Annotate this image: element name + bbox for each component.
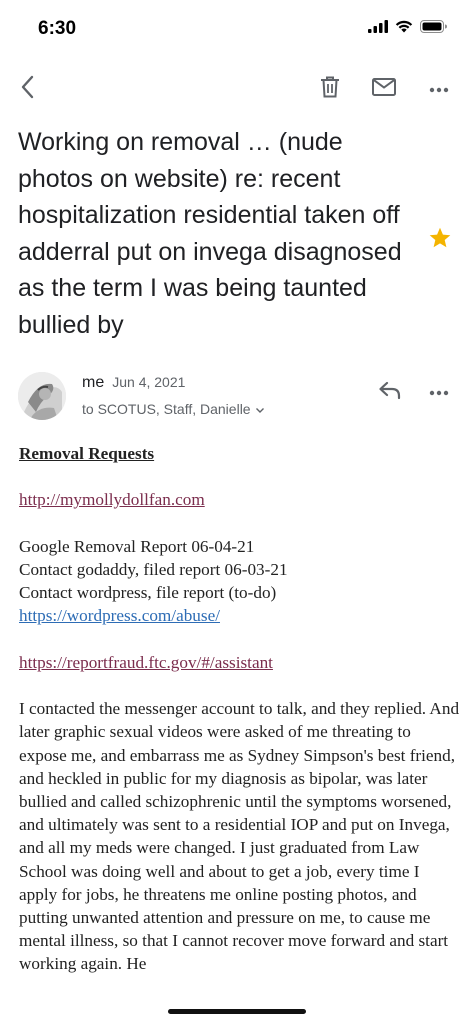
message-more-button[interactable] xyxy=(424,380,454,404)
reply-button[interactable] xyxy=(378,380,406,404)
chevron-left-icon xyxy=(20,75,34,104)
reply-icon xyxy=(378,381,402,404)
avatar-image xyxy=(18,372,66,420)
recipients-text: to SCOTUS, Staff, Danielle xyxy=(82,401,251,417)
chevron-down-icon xyxy=(255,401,265,417)
body-link-reportfraud[interactable]: https://reportfraud.ftc.gov/#/assistant xyxy=(19,653,273,672)
body-heading: Removal Requests xyxy=(19,444,155,463)
mail-icon xyxy=(372,77,396,101)
mark-unread-button[interactable] xyxy=(369,74,399,104)
star-button[interactable] xyxy=(428,226,452,250)
body-link-wordpress-abuse[interactable]: https://wordpress.com/abuse/ xyxy=(19,606,220,625)
more-horizontal-icon xyxy=(429,383,449,401)
recipients-toggle[interactable]: to SCOTUS, Staff, Danielle xyxy=(82,401,265,417)
status-time: 6:30 xyxy=(38,18,77,39)
toolbar xyxy=(0,64,473,112)
email-date: Jun 4, 2021 xyxy=(112,374,186,390)
body-line: Contact wordpress, file report (to-do) xyxy=(19,583,277,603)
delete-button[interactable] xyxy=(315,74,345,104)
email-body: Removal Requests http://mymollydollfan.c… xyxy=(19,442,461,976)
more-horizontal-icon xyxy=(429,80,449,98)
more-options-button[interactable] xyxy=(424,74,454,104)
email-subject: Working on removal … (nude photos on web… xyxy=(18,128,402,339)
body-line: Google Removal Report 06-04-21 xyxy=(19,536,255,556)
status-bar: 6:30 xyxy=(0,0,473,56)
body-link-mymollydollfan[interactable]: http://mymollydollfan.com xyxy=(19,490,205,509)
home-indicator[interactable] xyxy=(168,1009,306,1014)
body-paragraph: I contacted the messenger account to tal… xyxy=(19,699,460,974)
status-icons xyxy=(368,20,447,38)
avatar[interactable] xyxy=(18,372,66,420)
trash-icon xyxy=(320,76,340,103)
wifi-icon xyxy=(395,20,413,38)
sender-line: me Jun 4, 2021 xyxy=(82,374,185,392)
battery-icon xyxy=(420,20,447,38)
cellular-signal-icon xyxy=(368,20,388,38)
back-button[interactable] xyxy=(12,74,42,104)
sender-name: me xyxy=(82,374,105,391)
body-line: Contact godaddy, filed report 06-03-21 xyxy=(19,559,288,579)
star-icon xyxy=(428,227,452,254)
